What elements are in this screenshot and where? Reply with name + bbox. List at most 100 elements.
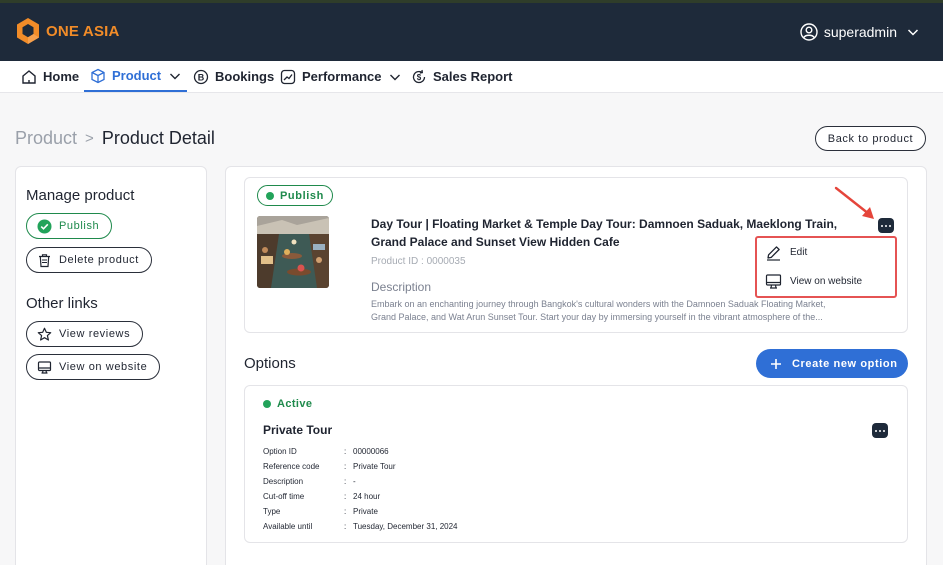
nav-product-label: Product	[112, 68, 162, 83]
status-dot	[266, 191, 274, 200]
brand-name: ONE ASIA	[46, 22, 120, 40]
main-nav: Home Product B Bookings Performance $ Sa…	[0, 61, 943, 93]
option-field-key: Type	[263, 507, 281, 516]
option-field-value: Private	[353, 507, 378, 516]
menu-view-website-label: View on website	[790, 276, 863, 287]
option-field-row: Reference code: Private Tour	[263, 462, 396, 471]
more-dot-icon	[875, 429, 877, 432]
brand-logo[interactable]: ONE ASIA	[16, 17, 120, 45]
create-new-option-label: Create new option	[792, 357, 898, 370]
nav-performance[interactable]: Performance	[280, 61, 401, 92]
product-more-button[interactable]	[878, 218, 894, 233]
nav-sales-report[interactable]: $ Sales Report	[411, 61, 512, 92]
annotation-arrow-icon	[834, 186, 874, 219]
view-reviews-label: View reviews	[59, 328, 131, 340]
check-circle-icon	[37, 219, 52, 233]
pencil-icon	[767, 246, 780, 261]
field-colon: :	[344, 492, 347, 501]
svg-text:$: $	[417, 73, 422, 82]
trend-chart-icon	[280, 69, 296, 84]
home-icon	[22, 69, 36, 84]
option-field-row: Option ID:00000066	[263, 447, 389, 456]
field-colon: :	[344, 447, 347, 456]
option-field-key: Cut-off time	[263, 492, 305, 501]
box-icon	[91, 68, 105, 83]
breadcrumb-separator: >	[85, 130, 94, 147]
status-badge-label: Publish	[280, 189, 324, 202]
nav-bookings-label: Bookings	[215, 69, 275, 84]
option-more-button[interactable]	[872, 423, 888, 438]
sidebar-panel: Manage product Publish Delete product Ot…	[15, 166, 207, 565]
chevron-down-icon	[390, 74, 401, 80]
option-field-value: -	[353, 477, 356, 486]
manage-product-heading: Manage product	[26, 187, 135, 204]
breadcrumb-parent[interactable]: Product	[15, 128, 77, 149]
star-icon	[37, 327, 52, 341]
option-field-value: Tuesday, December 31, 2024	[353, 522, 458, 531]
option-field-key: Reference code	[263, 462, 320, 471]
view-reviews-button[interactable]: View reviews	[26, 321, 144, 347]
delete-product-button[interactable]: Delete product	[26, 247, 152, 273]
option-field-row: Available until: Tuesday, December 31, 20…	[263, 522, 458, 531]
page-title: Product Detail	[101, 128, 215, 148]
product-id: Product ID : 0000035	[371, 256, 466, 267]
menu-edit-label: Edit	[790, 247, 808, 258]
publish-label: Publish	[59, 220, 100, 232]
create-new-option-button[interactable]: Create new option	[756, 349, 908, 378]
option-field-row: Description: -	[263, 477, 356, 486]
more-dot-icon	[881, 224, 883, 227]
username: superadmin	[823, 24, 897, 40]
product-description: Embark on an enchanting journey through …	[371, 299, 826, 322]
dollar-sync-icon: $	[412, 69, 426, 83]
other-links-heading: Other links	[26, 295, 98, 312]
option-title: Private Tour	[263, 423, 333, 437]
breadcrumb: Product > Product Detail	[15, 128, 215, 149]
chevron-down-icon	[907, 29, 919, 36]
option-field-value: Private Tour	[353, 462, 396, 471]
field-colon: :	[344, 462, 347, 471]
more-dot-icon	[885, 224, 887, 227]
field-colon: :	[344, 477, 347, 486]
nav-performance-label: Performance	[302, 69, 382, 84]
nav-sales-report-label: Sales Report	[433, 69, 513, 84]
option-status: Active	[263, 398, 312, 410]
view-on-website-button[interactable]: View on website	[26, 354, 161, 380]
menu-item-view-on-website[interactable]: View on website	[765, 273, 862, 290]
option-field-value: 00000066	[353, 447, 389, 456]
description-label: Description	[371, 280, 432, 294]
options-heading: Options	[244, 355, 296, 372]
status-badge: Publish	[257, 185, 333, 206]
monitor-icon	[37, 360, 52, 374]
bookings-icon: B	[193, 69, 209, 84]
view-on-website-label: View on website	[59, 361, 148, 373]
option-field-value: 24 hour	[353, 492, 381, 501]
top-bar: ONE ASIA superadmin	[0, 0, 943, 61]
nav-bookings[interactable]: B Bookings	[193, 61, 274, 92]
more-dot-icon	[889, 224, 891, 227]
menu-item-edit[interactable]: Edit	[765, 244, 807, 261]
option-field-key: Description	[263, 477, 304, 486]
chevron-down-icon	[170, 73, 181, 79]
svg-text:B: B	[198, 72, 205, 82]
field-colon: :	[344, 522, 347, 531]
option-field-row: Type: Private	[263, 507, 378, 516]
option-field-key: Available until	[263, 522, 313, 531]
nav-home-label: Home	[43, 69, 80, 84]
back-to-product-button[interactable]: Back to product	[815, 126, 926, 151]
status-dot	[263, 400, 271, 408]
user-menu[interactable]: superadmin	[800, 23, 919, 41]
nav-home[interactable]: Home	[21, 61, 79, 92]
logo-icon	[17, 18, 39, 44]
nav-product[interactable]: Product	[84, 61, 187, 92]
field-colon: :	[344, 507, 347, 516]
more-dot-icon	[879, 429, 881, 432]
option-status-label: Active	[277, 398, 313, 410]
publish-button[interactable]: Publish	[26, 213, 113, 239]
more-dot-icon	[883, 429, 885, 432]
option-field-row: Cut-off time:24 hour	[263, 492, 380, 501]
trash-icon	[39, 253, 50, 267]
option-field-key: Option ID	[263, 447, 297, 456]
monitor-icon	[765, 274, 782, 289]
plus-icon	[771, 358, 781, 369]
user-circle-icon	[800, 23, 818, 41]
